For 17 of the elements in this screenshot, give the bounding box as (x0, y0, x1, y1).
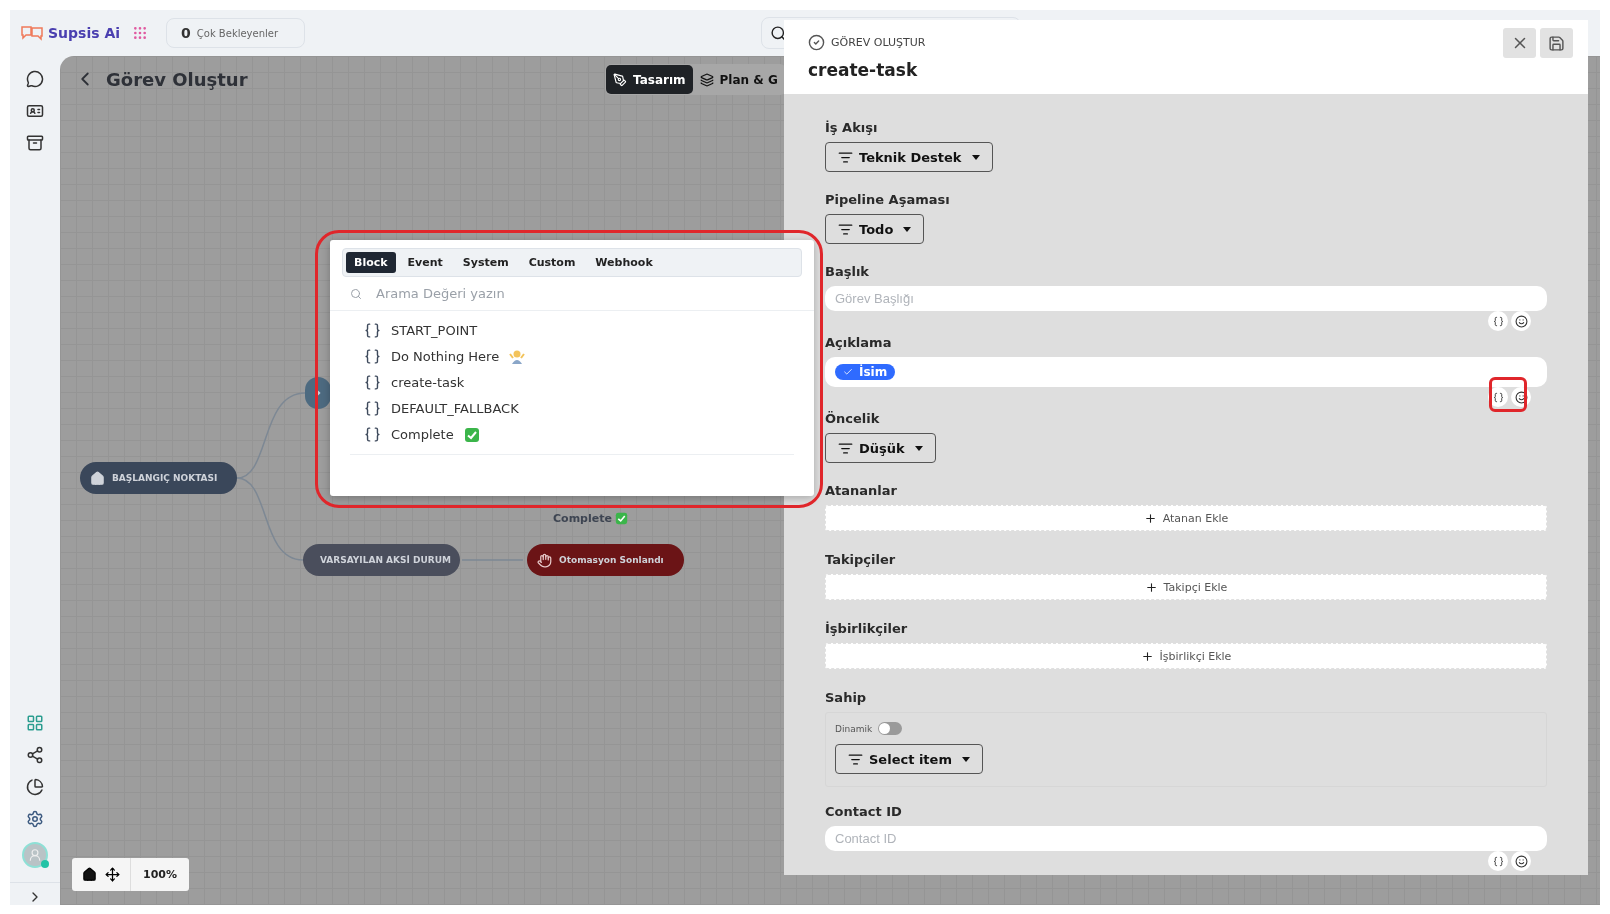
field-label: Başlık (825, 264, 869, 279)
field-label: Atananlar (825, 483, 897, 498)
field-label: Açıklama (825, 335, 892, 350)
field-label: Takipçiler (825, 552, 896, 567)
field-label: Sahip (825, 690, 867, 705)
page-title: Görev Oluştur (106, 68, 248, 90)
field-label: İşbirlikçiler (825, 621, 908, 636)
zoom-level: 100% (142, 868, 178, 881)
field-label: Pipeline Aşaması (825, 192, 950, 207)
drawer-title: create-task (808, 60, 919, 80)
field-label: Contact ID (825, 804, 902, 819)
field-label: Öncelik (825, 411, 880, 426)
brand-name: Supsis Ai (48, 25, 121, 41)
drawer-kicker: GÖREV OLUŞTUR (831, 36, 926, 49)
edge-label: Complete (553, 512, 628, 525)
field-label: İş Akışı (825, 120, 878, 135)
toggle-label: Dinamik (835, 723, 873, 734)
